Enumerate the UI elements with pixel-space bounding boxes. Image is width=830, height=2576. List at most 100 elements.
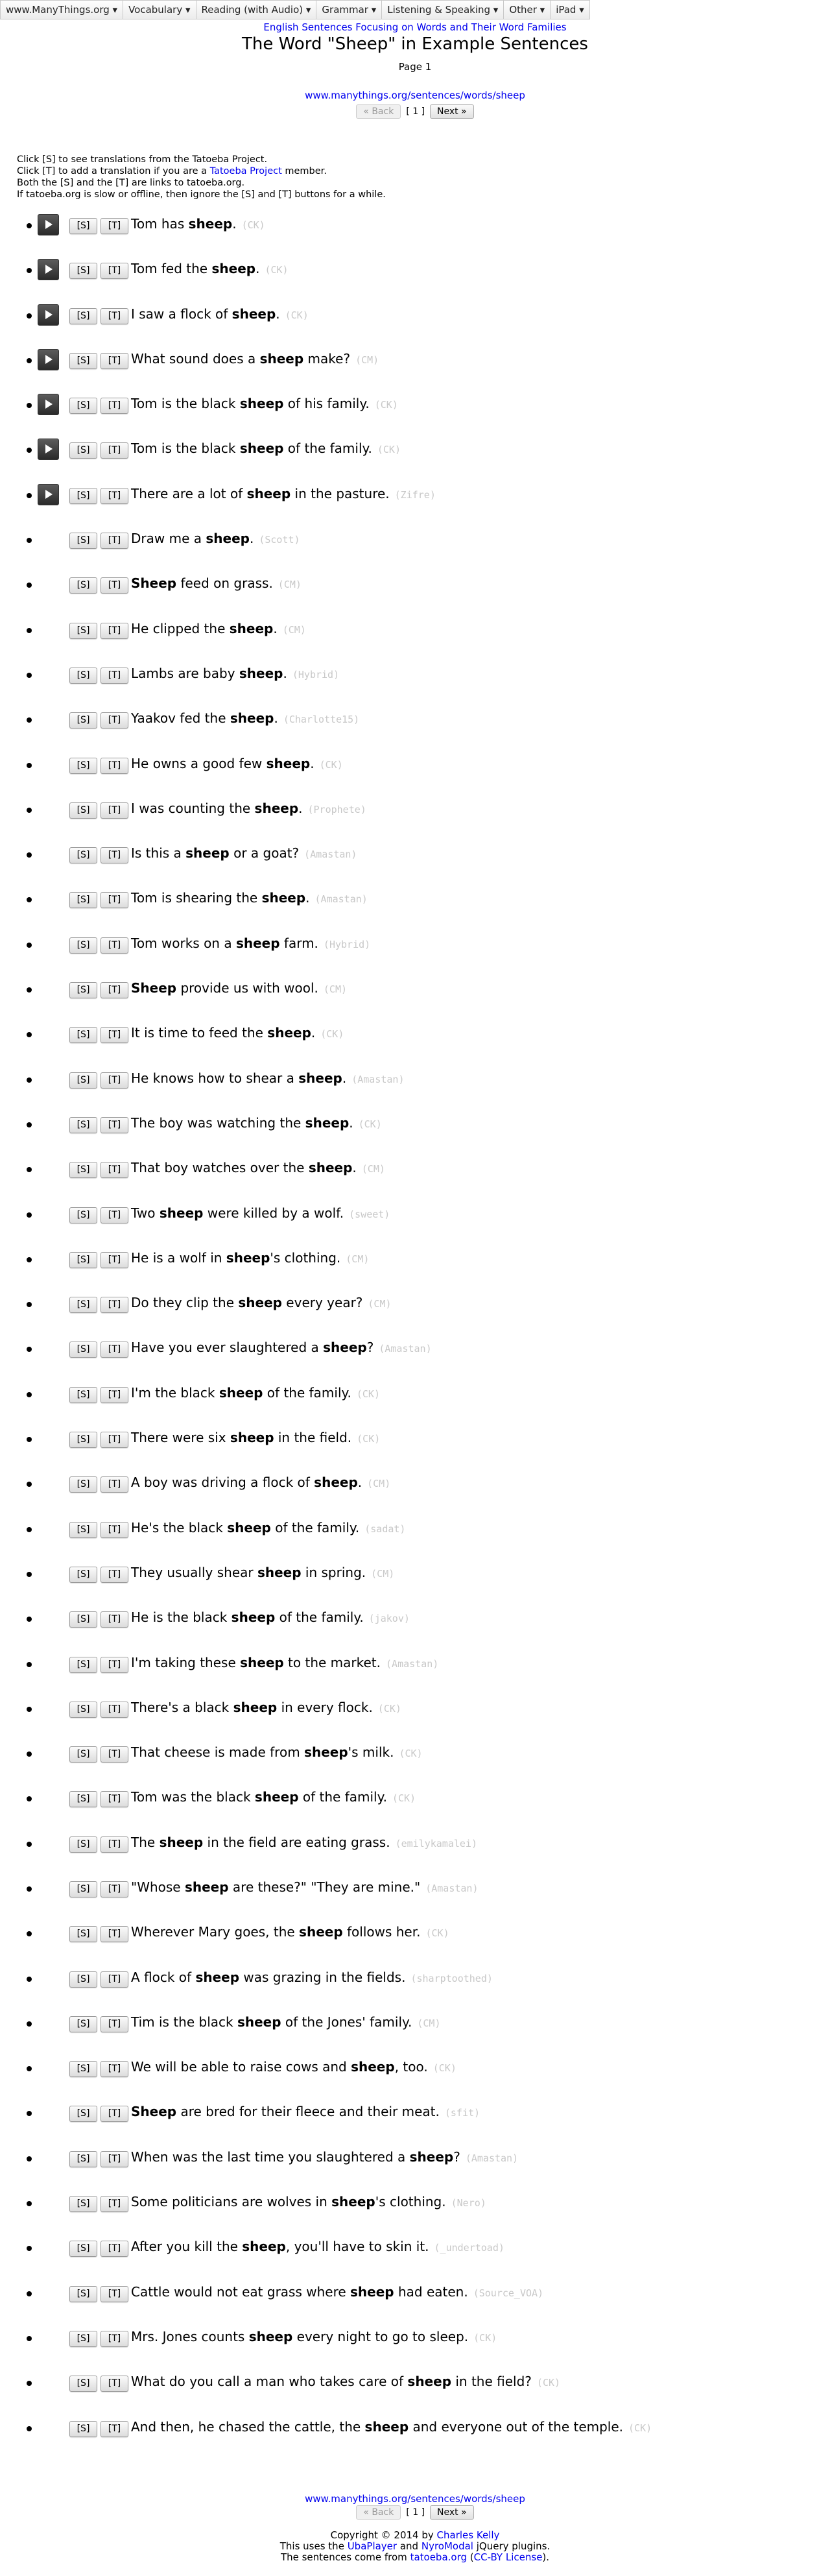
show-translations-button[interactable]: [S] — [69, 892, 97, 909]
add-translation-button[interactable]: [T] — [101, 1791, 128, 1808]
add-translation-button[interactable]: [T] — [101, 2420, 128, 2437]
add-translation-button[interactable]: [T] — [101, 892, 128, 909]
add-translation-button[interactable]: [T] — [101, 1386, 128, 1403]
play-audio-button[interactable] — [38, 394, 59, 416]
add-translation-button[interactable]: [T] — [101, 307, 128, 324]
show-translations-button[interactable]: [S] — [69, 1342, 97, 1358]
show-translations-button[interactable]: [S] — [69, 1926, 97, 1943]
show-translations-button[interactable]: [S] — [69, 2196, 97, 2213]
add-translation-button[interactable]: [T] — [101, 2241, 128, 2257]
add-translation-button[interactable]: [T] — [101, 2061, 128, 2078]
show-translations-button[interactable]: [S] — [69, 1162, 97, 1179]
show-translations-button[interactable]: [S] — [69, 1251, 97, 1268]
add-translation-button[interactable]: [T] — [101, 1251, 128, 1268]
add-translation-button[interactable]: [T] — [101, 1701, 128, 1718]
add-translation-button[interactable]: [T] — [101, 802, 128, 819]
add-translation-button[interactable]: [T] — [101, 263, 128, 280]
play-audio-button[interactable] — [38, 439, 59, 461]
show-translations-button[interactable]: [S] — [69, 1836, 97, 1853]
add-translation-button[interactable]: [T] — [101, 1881, 128, 1897]
show-translations-button[interactable]: [S] — [69, 1432, 97, 1449]
nav-grammar-menu[interactable]: Grammar ▾ — [316, 0, 383, 19]
play-audio-button[interactable] — [38, 259, 59, 281]
add-translation-button[interactable]: [T] — [101, 533, 128, 549]
add-translation-button[interactable]: [T] — [101, 2106, 128, 2123]
show-translations-button[interactable]: [S] — [69, 1297, 97, 1314]
author-link[interactable]: Charles Kelly — [437, 2529, 500, 2541]
tatoeba-project-link[interactable]: Tatoeba Project — [210, 166, 282, 176]
show-translations-button[interactable]: [S] — [69, 1611, 97, 1628]
add-translation-button[interactable]: [T] — [101, 2285, 128, 2302]
add-translation-button[interactable]: [T] — [101, 1476, 128, 1493]
back-button[interactable]: « Back — [356, 2505, 401, 2520]
play-audio-button[interactable] — [38, 483, 59, 505]
show-translations-button[interactable]: [S] — [69, 2016, 97, 2032]
show-translations-button[interactable]: [S] — [69, 1791, 97, 1808]
show-translations-button[interactable]: [S] — [69, 1881, 97, 1897]
show-translations-button[interactable]: [S] — [69, 802, 97, 819]
play-audio-button[interactable] — [38, 214, 59, 235]
show-translations-button[interactable]: [S] — [69, 2150, 97, 2167]
show-translations-button[interactable]: [S] — [69, 1971, 97, 1988]
add-translation-button[interactable]: [T] — [101, 1162, 128, 1179]
add-translation-button[interactable]: [T] — [101, 757, 128, 774]
add-translation-button[interactable]: [T] — [101, 1566, 128, 1583]
add-translation-button[interactable]: [T] — [101, 1207, 128, 1223]
show-translations-button[interactable]: [S] — [69, 847, 97, 864]
add-translation-button[interactable]: [T] — [101, 1746, 128, 1763]
add-translation-button[interactable]: [T] — [101, 2016, 128, 2032]
add-translation-button[interactable]: [T] — [101, 1297, 128, 1314]
show-translations-button[interactable]: [S] — [69, 263, 97, 280]
add-translation-button[interactable]: [T] — [101, 712, 128, 729]
add-translation-button[interactable]: [T] — [101, 2376, 128, 2392]
add-translation-button[interactable]: [T] — [101, 1656, 128, 1673]
show-translations-button[interactable]: [S] — [69, 757, 97, 774]
show-translations-button[interactable]: [S] — [69, 1386, 97, 1403]
show-translations-button[interactable]: [S] — [69, 218, 97, 234]
add-translation-button[interactable]: [T] — [101, 1432, 128, 1449]
show-translations-button[interactable]: [S] — [69, 2330, 97, 2347]
add-translation-button[interactable]: [T] — [101, 218, 128, 234]
footer-url-link[interactable]: www.manythings.org/sentences/words/sheep — [305, 2493, 525, 2505]
back-button[interactable]: « Back — [356, 104, 401, 119]
show-translations-button[interactable]: [S] — [69, 2420, 97, 2437]
show-translations-button[interactable]: [S] — [69, 622, 97, 639]
nyromodal-link[interactable]: NyroModal — [421, 2540, 473, 2552]
add-translation-button[interactable]: [T] — [101, 1836, 128, 1853]
add-translation-button[interactable]: [T] — [101, 1116, 128, 1133]
show-translations-button[interactable]: [S] — [69, 487, 97, 504]
add-translation-button[interactable]: [T] — [101, 398, 128, 415]
add-translation-button[interactable]: [T] — [101, 577, 128, 594]
add-translation-button[interactable]: [T] — [101, 2150, 128, 2167]
next-button[interactable]: Next » — [430, 104, 474, 119]
play-audio-button[interactable] — [38, 304, 59, 326]
show-translations-button[interactable]: [S] — [69, 398, 97, 415]
license-link[interactable]: CC-BY License — [474, 2551, 543, 2563]
show-translations-button[interactable]: [S] — [69, 1207, 97, 1223]
add-translation-button[interactable]: [T] — [101, 982, 128, 999]
add-translation-button[interactable]: [T] — [101, 1342, 128, 1358]
show-translations-button[interactable]: [S] — [69, 1701, 97, 1718]
add-translation-button[interactable]: [T] — [101, 937, 128, 954]
show-translations-button[interactable]: [S] — [69, 1072, 97, 1089]
show-translations-button[interactable]: [S] — [69, 2285, 97, 2302]
show-translations-button[interactable]: [S] — [69, 577, 97, 594]
add-translation-button[interactable]: [T] — [101, 622, 128, 639]
add-translation-button[interactable]: [T] — [101, 1521, 128, 1538]
nav-vocabulary-menu[interactable]: Vocabulary ▾ — [123, 0, 196, 19]
tatoeba-link[interactable]: tatoeba.org — [410, 2551, 467, 2563]
show-translations-button[interactable]: [S] — [69, 1116, 97, 1133]
show-translations-button[interactable]: [S] — [69, 1476, 97, 1493]
nav-reading-menu[interactable]: Reading (with Audio) ▾ — [196, 0, 317, 19]
play-audio-button[interactable] — [38, 348, 59, 370]
add-translation-button[interactable]: [T] — [101, 1072, 128, 1089]
add-translation-button[interactable]: [T] — [101, 1971, 128, 1988]
show-translations-button[interactable]: [S] — [69, 1656, 97, 1673]
add-translation-button[interactable]: [T] — [101, 442, 128, 459]
show-translations-button[interactable]: [S] — [69, 937, 97, 954]
show-translations-button[interactable]: [S] — [69, 352, 97, 369]
add-translation-button[interactable]: [T] — [101, 2196, 128, 2213]
show-translations-button[interactable]: [S] — [69, 442, 97, 459]
section-link[interactable]: English Sentences Focusing on Words and … — [263, 21, 566, 33]
nav-listening-speaking-menu[interactable]: Listening & Speaking ▾ — [382, 0, 504, 19]
